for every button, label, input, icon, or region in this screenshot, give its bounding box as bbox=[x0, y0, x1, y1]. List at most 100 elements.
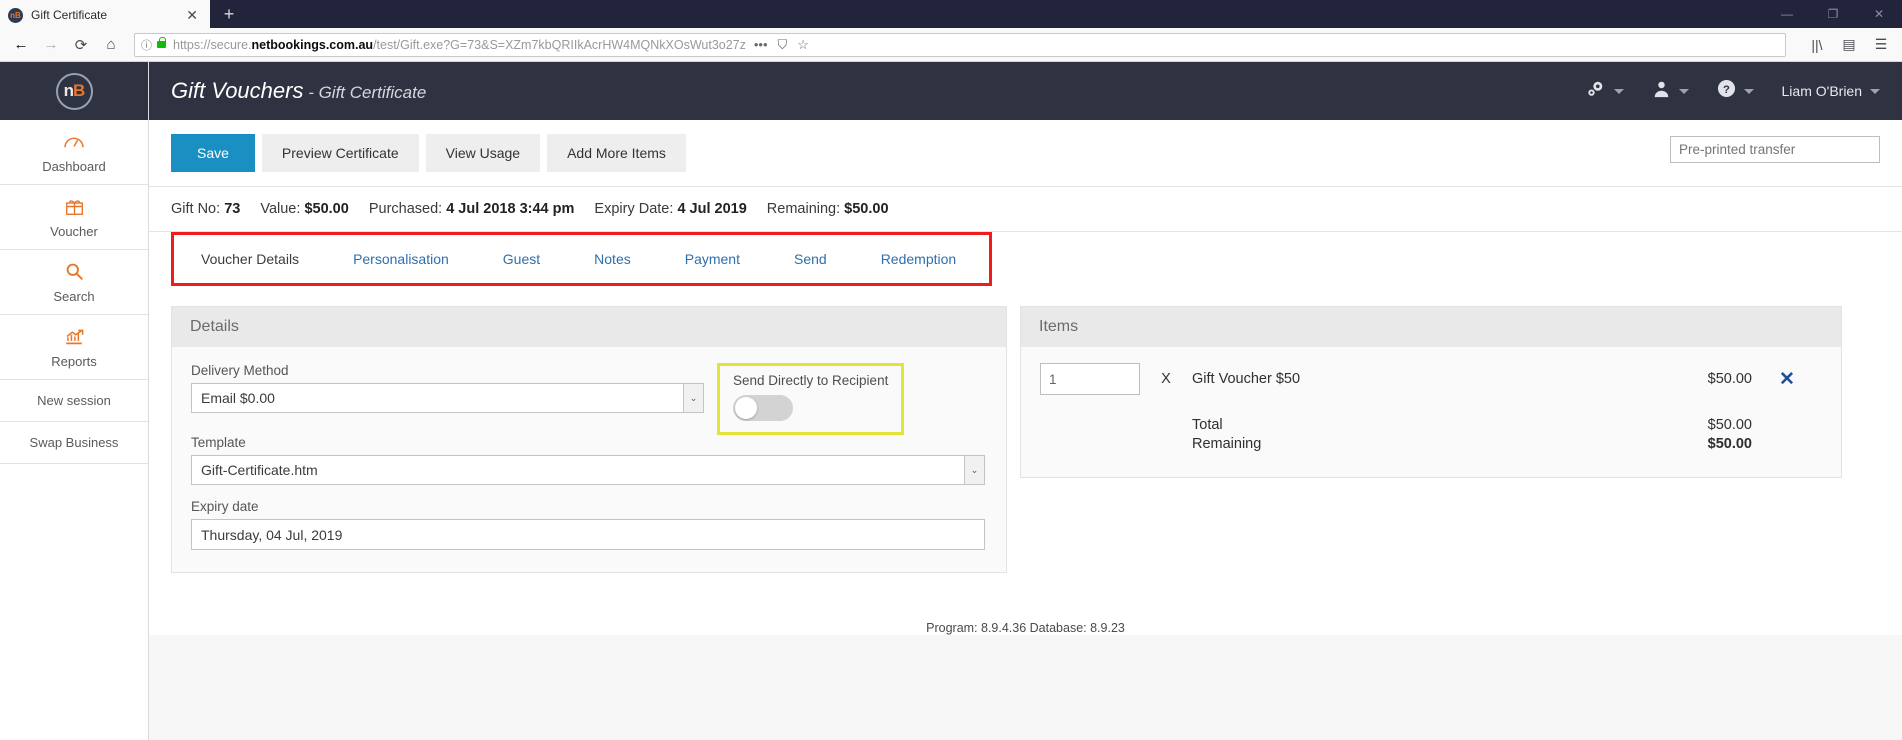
sidebar-item-reports[interactable]: Reports bbox=[0, 315, 148, 380]
user-switch-menu[interactable] bbox=[1652, 80, 1689, 103]
app-footer: Program: 8.9.4.36 Database: 8.9.23 bbox=[149, 599, 1902, 635]
user-menu[interactable]: Liam O'Brien bbox=[1782, 83, 1880, 99]
sidebar-item-search[interactable]: Search bbox=[0, 250, 148, 315]
sidebar-item-label: New session bbox=[37, 393, 111, 408]
summary-purchased: Purchased: 4 Jul 2018 3:44 pm bbox=[368, 201, 575, 217]
gift-icon bbox=[4, 197, 144, 219]
dashboard-gauge-icon bbox=[4, 132, 144, 154]
brand-logo-area[interactable]: nB bbox=[0, 62, 148, 120]
sidebar: nB Dashboard Voucher Search Reports New … bbox=[0, 62, 149, 740]
app-header: Gift Vouchers - Gift Certificate ? Liam … bbox=[149, 62, 1902, 120]
header-actions: ? Liam O'Brien bbox=[1586, 79, 1880, 103]
summary-value: Value: $50.00 bbox=[260, 201, 349, 217]
tab-send[interactable]: Send bbox=[766, 235, 854, 283]
item-quantity-input[interactable] bbox=[1040, 363, 1140, 395]
total-value: $50.00 bbox=[1707, 417, 1752, 433]
close-window-icon[interactable]: ✕ bbox=[1856, 0, 1902, 28]
tab-guest[interactable]: Guest bbox=[475, 235, 568, 283]
items-panel: Items X Gift Voucher $50 $50.00 ✕ bbox=[1020, 306, 1842, 478]
sidebar-item-swap-business[interactable]: Swap Business bbox=[0, 422, 148, 464]
page-actions-icon[interactable]: ••• bbox=[754, 38, 768, 51]
send-directly-label: Send Directly to Recipient bbox=[733, 373, 889, 388]
window-controls: ― ❐ ✕ bbox=[1764, 0, 1902, 28]
forward-icon[interactable]: → bbox=[36, 31, 66, 59]
close-tab-icon[interactable]: ✕ bbox=[182, 8, 202, 22]
home-icon[interactable]: ⌂ bbox=[96, 31, 126, 59]
sidebar-icon[interactable]: ▤ bbox=[1834, 31, 1864, 59]
summary-remaining: Remaining: $50.00 bbox=[766, 201, 889, 217]
page-title: Gift Vouchers - Gift Certificate bbox=[171, 78, 426, 104]
tab-favicon-icon: nB bbox=[8, 7, 23, 23]
details-panel-title: Details bbox=[172, 307, 1006, 347]
add-more-items-button[interactable]: Add More Items bbox=[547, 134, 686, 172]
minimize-icon[interactable]: ― bbox=[1764, 0, 1810, 28]
help-menu[interactable]: ? bbox=[1717, 79, 1754, 103]
expiry-date-input[interactable]: Thursday, 04 Jul, 2019 bbox=[191, 519, 985, 550]
action-toolbar: Save Preview Certificate View Usage Add … bbox=[149, 120, 1902, 186]
chart-up-icon bbox=[4, 327, 144, 349]
delivery-method-select[interactable]: Email $0.00 ⌄ bbox=[191, 383, 704, 413]
delivery-method-value: Email $0.00 bbox=[201, 390, 275, 406]
tab-personalisation[interactable]: Personalisation bbox=[326, 235, 476, 283]
panels-row: Details Delivery Method Email $0.00 ⌄ Se… bbox=[149, 286, 1902, 573]
panels-spacer bbox=[149, 573, 1902, 599]
sidebar-item-new-session[interactable]: New session bbox=[0, 380, 148, 422]
app-shell: nB Dashboard Voucher Search Reports New … bbox=[0, 62, 1902, 740]
send-directly-highlight-box: Send Directly to Recipient bbox=[717, 363, 905, 435]
magnifier-icon bbox=[4, 262, 144, 284]
chevron-down-icon bbox=[1678, 88, 1689, 94]
person-icon bbox=[1652, 80, 1671, 103]
chevron-down-icon bbox=[1613, 88, 1624, 94]
template-select[interactable]: Gift-Certificate.htm ⌄ bbox=[191, 455, 985, 485]
delivery-method-label: Delivery Method bbox=[191, 363, 289, 378]
library-icon[interactable]: ||\ bbox=[1802, 31, 1832, 59]
sidebar-item-voucher[interactable]: Voucher bbox=[0, 185, 148, 250]
maximize-icon[interactable]: ❐ bbox=[1810, 0, 1856, 28]
summary-gift-no: Gift No: 73 bbox=[171, 201, 241, 217]
view-usage-button[interactable]: View Usage bbox=[425, 134, 541, 172]
settings-menu[interactable] bbox=[1586, 80, 1624, 103]
tab-notes[interactable]: Notes bbox=[567, 235, 658, 283]
voucher-summary-bar: Gift No: 73 Value: $50.00 Purchased: 4 J… bbox=[149, 186, 1902, 232]
items-panel-title: Items bbox=[1021, 307, 1841, 347]
tab-redemption[interactable]: Redemption bbox=[853, 235, 984, 283]
page-title-sub: Gift Certificate bbox=[318, 83, 427, 102]
chevron-down-icon[interactable]: ⌄ bbox=[683, 384, 703, 412]
expiry-date-value: Thursday, 04 Jul, 2019 bbox=[201, 526, 343, 543]
sidebar-item-label: Search bbox=[53, 289, 95, 304]
question-circle-icon: ? bbox=[1717, 79, 1736, 103]
page-info-icon[interactable]: ⓘ bbox=[141, 37, 152, 53]
pocket-icon[interactable]: ⛉ bbox=[778, 38, 788, 51]
tab-voucher-details[interactable]: Voucher Details bbox=[174, 235, 327, 283]
save-button[interactable]: Save bbox=[171, 134, 255, 172]
preprinted-transfer-input[interactable] bbox=[1670, 136, 1880, 163]
preview-certificate-button[interactable]: Preview Certificate bbox=[261, 134, 419, 172]
tabs-wrapper: Voucher Details Personalisation Guest No… bbox=[149, 232, 1902, 286]
url-bar[interactable]: ⓘ https://secure.netbookings.com.au/test… bbox=[134, 32, 1786, 57]
content-area: Save Preview Certificate View Usage Add … bbox=[149, 120, 1902, 740]
netbookings-logo-icon: nB bbox=[55, 72, 93, 110]
main-area: Gift Vouchers - Gift Certificate ? Liam … bbox=[149, 62, 1902, 740]
bookmark-star-icon[interactable]: ☆ bbox=[797, 38, 809, 51]
chevron-down-icon[interactable]: ⌄ bbox=[964, 456, 984, 484]
sidebar-item-dashboard[interactable]: Dashboard bbox=[0, 120, 148, 185]
back-icon[interactable]: ← bbox=[6, 31, 36, 59]
url-text: https://secure.netbookings.com.au/test/G… bbox=[173, 37, 746, 52]
reload-icon[interactable]: ⟳ bbox=[66, 31, 96, 59]
page-title-main: Gift Vouchers bbox=[171, 78, 304, 103]
table-row: X Gift Voucher $50 $50.00 ✕ bbox=[1040, 363, 1822, 395]
total-label: Total bbox=[1192, 417, 1223, 433]
item-price-label: $50.00 bbox=[1707, 371, 1752, 387]
tab-payment[interactable]: Payment bbox=[657, 235, 767, 283]
details-panel: Details Delivery Method Email $0.00 ⌄ Se… bbox=[171, 306, 1007, 573]
remove-item-icon[interactable]: ✕ bbox=[1752, 368, 1822, 391]
new-tab-button[interactable]: + bbox=[210, 0, 248, 28]
tabs-highlight-box: Voucher Details Personalisation Guest No… bbox=[171, 232, 992, 286]
expiry-date-label: Expiry date bbox=[191, 499, 259, 514]
template-label: Template bbox=[191, 435, 246, 450]
sidebar-item-label: Dashboard bbox=[42, 159, 106, 174]
remaining-value: $50.00 bbox=[1707, 436, 1752, 452]
menu-hamburger-icon[interactable]: ☰ bbox=[1866, 31, 1896, 59]
send-directly-toggle[interactable] bbox=[733, 395, 793, 421]
browser-tab[interactable]: nB Gift Certificate ✕ bbox=[0, 0, 210, 28]
